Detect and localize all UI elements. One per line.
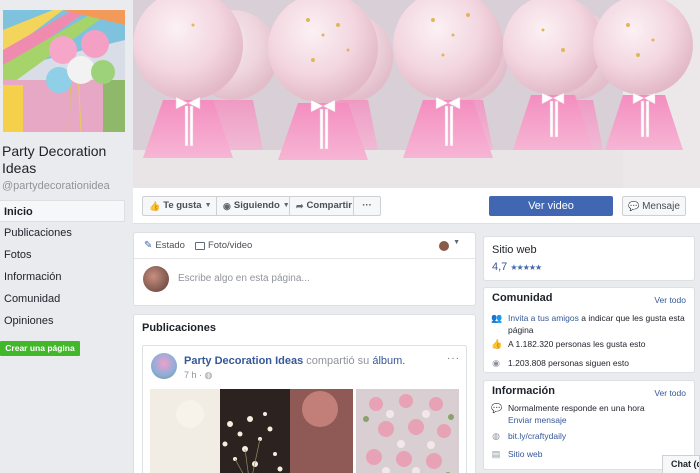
chat-tab[interactable]: Chat (de	[662, 455, 700, 473]
globe-icon: ◍	[204, 370, 213, 380]
community-see-all-link[interactable]: Ver todo	[654, 295, 686, 305]
invite-friends-link[interactable]: Invita a tus amigos	[508, 313, 579, 323]
page-nav: Inicio Publicaciones Fotos Información C…	[0, 200, 125, 332]
tab-status[interactable]: ✎ Estado	[144, 240, 185, 251]
share-button[interactable]: ➦ Compartir	[289, 196, 359, 216]
nav-item-informacion[interactable]: Información	[0, 266, 125, 288]
likes-count: A 1.182.320 personas les gusta esto	[508, 339, 646, 349]
website-card-title[interactable]: Sitio web	[492, 244, 537, 256]
followers-row: ◉ 1.203.808 personas siguen esto	[491, 357, 688, 369]
response-row: 💬 Normalmente responde en una hora Envia…	[491, 402, 688, 426]
send-message-link[interactable]: Enviar mensaje	[508, 415, 567, 425]
feed-title: Publicaciones	[142, 322, 216, 334]
about-title: Información	[492, 385, 555, 397]
like-label: Te gusta	[163, 200, 202, 211]
response-time-text: Normalmente responde en una hora	[508, 403, 645, 413]
nav-item-fotos[interactable]: Fotos	[0, 244, 125, 266]
thumbs-up-icon: 👍	[491, 339, 503, 349]
community-title: Comunidad	[492, 292, 553, 304]
rss-icon: ◉	[223, 201, 231, 211]
create-page-button[interactable]: Crear una página	[0, 341, 80, 356]
invite-row: 👥 Invita a tus amigos a indicar que les …	[491, 312, 688, 336]
star-icon: ★★★★★	[510, 263, 542, 272]
left-column: Party Decoration Ideas @partydecorationi…	[0, 0, 133, 473]
url-row: ◍ bit.ly/craftydaily	[491, 430, 688, 442]
website-url-link[interactable]: bit.ly/craftydaily	[508, 430, 688, 442]
rating-value: 4,7	[492, 261, 508, 273]
nav-item-opiniones[interactable]: Opiniones	[0, 310, 125, 332]
about-see-all-link[interactable]: Ver todo	[654, 388, 686, 398]
post-author-avatar[interactable]	[151, 353, 177, 379]
page-handle[interactable]: @partydecorationidea	[2, 180, 110, 192]
nav-item-publicaciones[interactable]: Publicaciones	[0, 222, 125, 244]
likes-row: 👍 A 1.182.320 personas les gusta esto	[491, 338, 688, 350]
post-header: Party Decoration Ideas compartió su álbu…	[184, 355, 405, 367]
post: Party Decoration Ideas compartió su álbu…	[142, 345, 467, 473]
community-card: Comunidad Ver todo 👥 Invita a tus amigos…	[483, 287, 695, 373]
status-tab-label: Estado	[155, 240, 185, 251]
nav-item-inicio[interactable]: Inicio	[0, 200, 125, 222]
nav-item-comunidad[interactable]: Comunidad	[0, 288, 125, 310]
chevron-down-icon: ▼	[204, 202, 212, 209]
more-button[interactable]: ···	[353, 196, 381, 216]
voice-selector-avatar[interactable]	[439, 241, 449, 251]
website-icon: ▤	[491, 449, 501, 459]
website-rating-card: Sitio web 4,7 ★★★★★	[483, 236, 695, 281]
following-label: Siguiendo	[233, 200, 280, 211]
post-album-link[interactable]: álbum.	[372, 355, 405, 367]
share-label: Compartir	[306, 200, 352, 211]
followers-count: 1.203.808 personas siguen esto	[508, 358, 629, 368]
website-row: ▤ Sitio web	[491, 448, 688, 460]
post-photo[interactable]	[150, 389, 353, 473]
pencil-icon: ✎	[144, 240, 153, 251]
website-link[interactable]: Sitio web	[508, 448, 688, 460]
tab-photo-video[interactable]: Foto/video	[194, 240, 253, 251]
response-block: Normalmente responde en una hora Enviar …	[508, 402, 688, 426]
photo-tab-label: Foto/video	[207, 240, 253, 251]
composer-input[interactable]: Escribe algo en esta página...	[178, 273, 310, 284]
cover-photo[interactable]	[133, 0, 700, 188]
post-options-button[interactable]: ···	[447, 353, 460, 364]
share-icon: ➦	[296, 201, 304, 211]
rss-icon: ◉	[492, 358, 500, 368]
rating[interactable]: 4,7 ★★★★★	[492, 261, 542, 273]
post-action-text: compartió su	[306, 355, 370, 367]
watch-video-button[interactable]: Ver video	[489, 196, 613, 216]
camera-icon	[194, 241, 205, 250]
messenger-icon: 💬	[628, 201, 640, 211]
composer-tabs: ✎ Estado Foto/video	[134, 233, 475, 259]
feed-card: Publicaciones Party Decoration Ideas com…	[133, 314, 476, 473]
composer-card: ✎ Estado Foto/video ▼ Escribe algo en es…	[133, 232, 476, 306]
chevron-down-icon[interactable]: ▼	[453, 239, 460, 246]
post-timestamp[interactable]: 7 h · ◍	[184, 370, 212, 381]
following-button[interactable]: ◉ Siguiendo ▼	[216, 196, 297, 216]
globe-icon: ◍	[492, 431, 500, 441]
post-photo[interactable]	[356, 389, 459, 473]
invite-text: Invita a tus amigos a indicar que les gu…	[508, 312, 688, 336]
avatar	[143, 266, 169, 292]
message-button[interactable]: 💬 Mensaje	[622, 196, 686, 216]
messenger-icon: 💬	[491, 403, 503, 413]
page-name[interactable]: Party Decoration Ideas	[2, 143, 130, 177]
thumbs-up-icon: 👍	[149, 201, 161, 211]
post-time-text: 7 h ·	[184, 370, 203, 380]
post-author-link[interactable]: Party Decoration Ideas	[184, 355, 303, 367]
like-button[interactable]: 👍 Te gusta ▼	[142, 196, 219, 216]
profile-picture[interactable]	[3, 10, 125, 132]
invite-friends-icon: 👥	[491, 313, 503, 323]
page-action-bar: 👍 Te gusta ▼ ◉ Siguiendo ▼ ➦ Compartir ·…	[133, 188, 700, 224]
message-label: Mensaje	[642, 201, 680, 212]
